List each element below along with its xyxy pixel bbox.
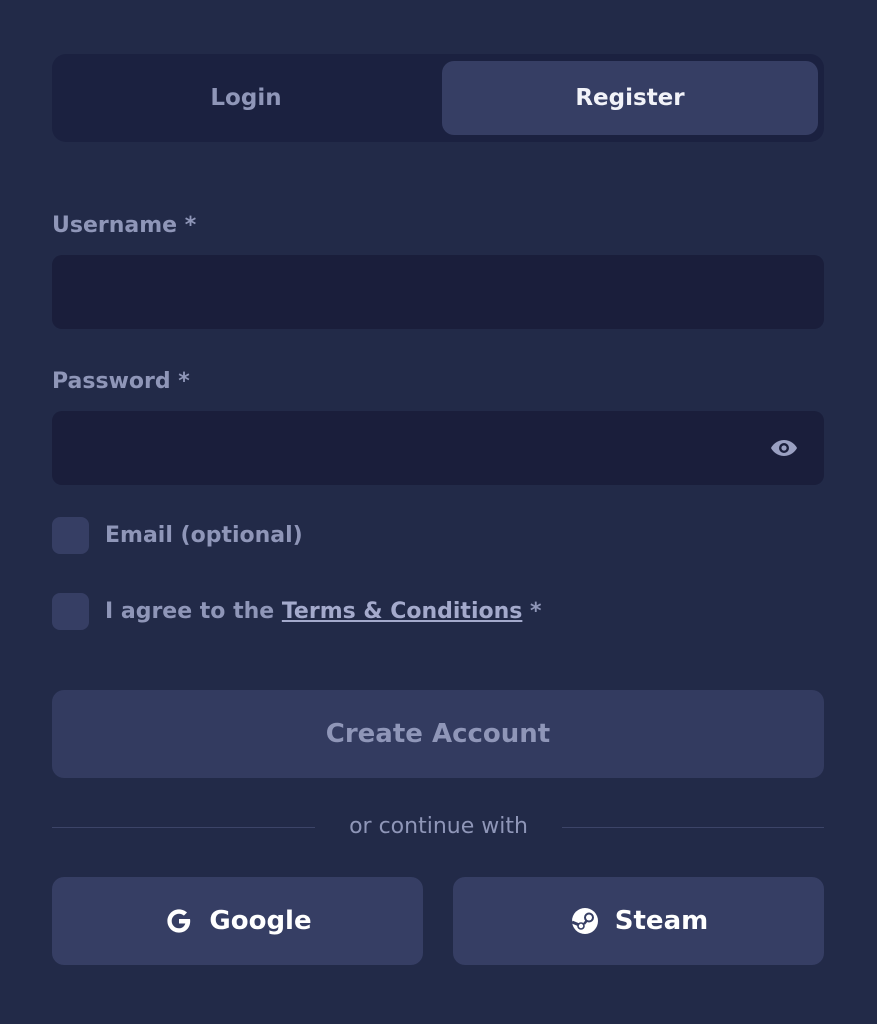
google-label: Google: [209, 906, 312, 936]
email-checkbox[interactable]: [52, 516, 89, 554]
terms-link[interactable]: Terms & Conditions: [282, 599, 523, 624]
terms-prefix: I agree to the: [105, 598, 282, 624]
eye-icon[interactable]: [770, 436, 798, 460]
username-label: Username *: [52, 213, 197, 238]
steam-icon: [571, 908, 598, 934]
tab-register[interactable]: Register: [442, 61, 818, 135]
terms-checkbox[interactable]: [52, 592, 89, 630]
terms-row: I agree to the Terms & Conditions *: [52, 592, 542, 630]
email-option-row: Email (optional): [52, 516, 303, 554]
auth-tabs: Login Register: [52, 54, 824, 142]
terms-label: I agree to the Terms & Conditions *: [105, 599, 542, 624]
tab-login[interactable]: Login: [58, 61, 434, 135]
create-account-button[interactable]: Create Account: [52, 690, 824, 778]
terms-suffix: *: [522, 598, 542, 624]
username-input[interactable]: [52, 255, 824, 329]
divider-line-right: [562, 827, 824, 828]
register-panel: Login Register Username * Password * Ema…: [0, 0, 877, 1024]
steam-button[interactable]: Steam: [453, 877, 824, 965]
google-button[interactable]: Google: [52, 877, 423, 965]
google-icon: [167, 909, 191, 933]
password-label: Password *: [52, 369, 190, 394]
steam-label: Steam: [614, 906, 709, 936]
password-input[interactable]: [52, 411, 824, 485]
email-checkbox-label: Email (optional): [105, 522, 303, 548]
